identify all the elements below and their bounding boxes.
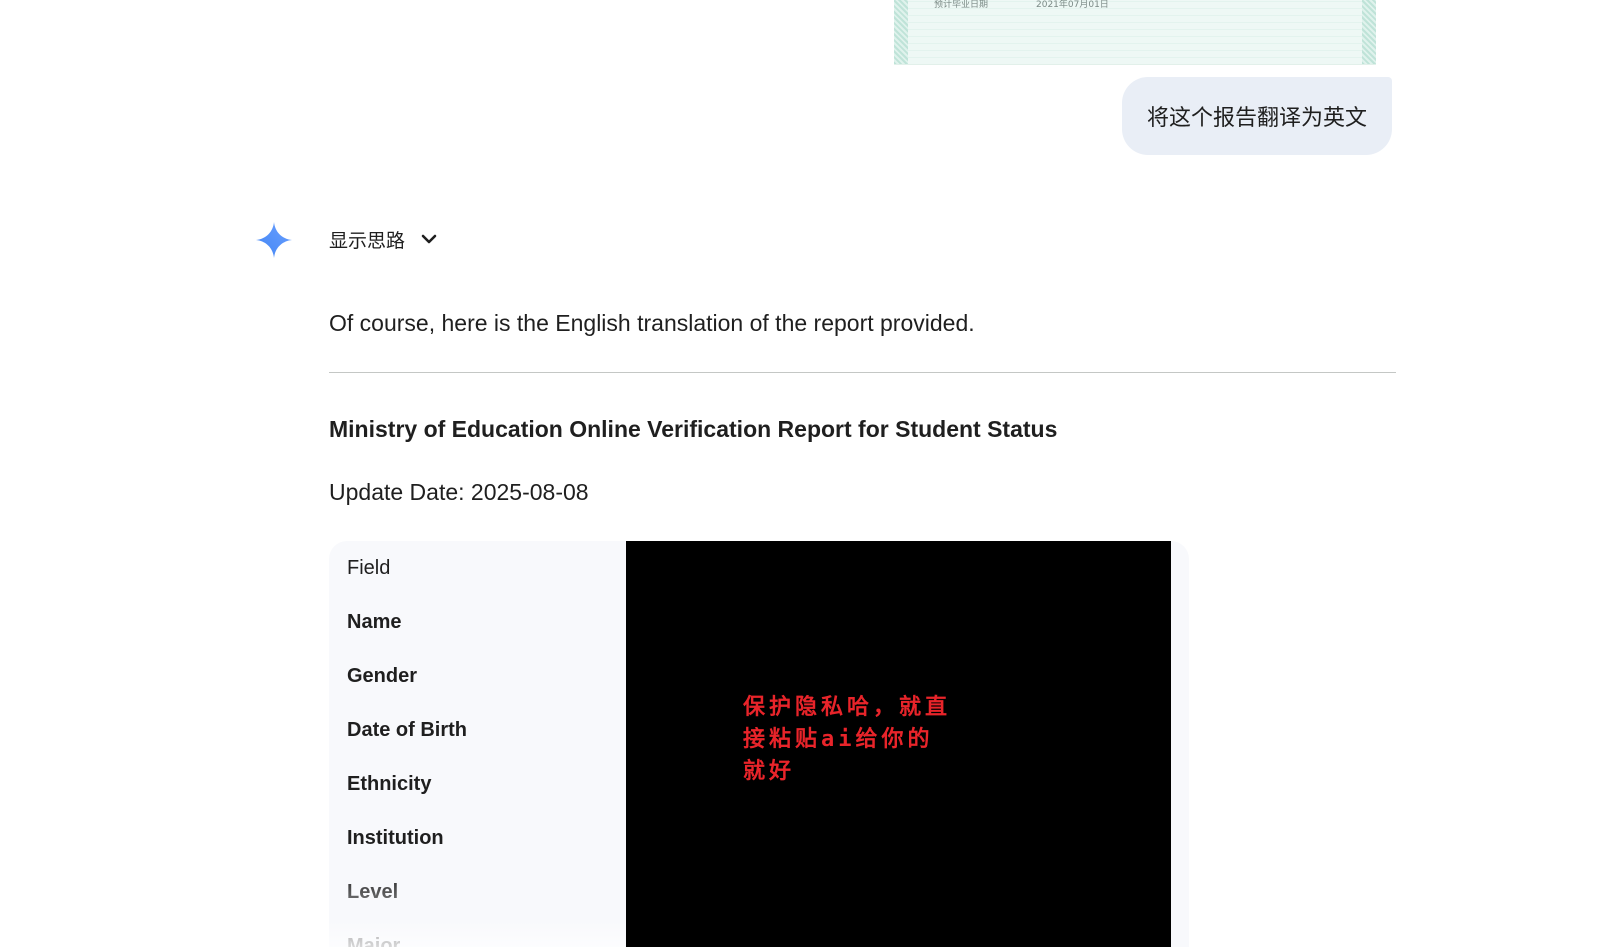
table-row: Ethnicity	[347, 772, 432, 795]
attached-certificate-image[interactable]: 预计毕业日期 2021年07月01日	[894, 0, 1376, 65]
report-title: Ministry of Education Online Verificatio…	[329, 416, 1058, 442]
gemini-sparkle-icon	[256, 222, 292, 258]
chevron-down-icon[interactable]	[419, 229, 439, 249]
divider	[329, 372, 1396, 373]
table-row: Gender	[347, 664, 418, 687]
table-row: Level	[347, 880, 399, 903]
user-message-text: 将这个报告翻译为英文	[1146, 106, 1367, 131]
table-row: Institution	[347, 826, 444, 849]
show-thinking-label: 显示思路	[329, 229, 406, 252]
table-row: Major	[347, 934, 401, 947]
update-date: Update Date: 2025-08-08	[329, 479, 589, 505]
table-row: Date of Birth	[347, 718, 467, 741]
redaction-note: 保护隐私哈，就直接粘贴ai给你的就好	[743, 695, 952, 784]
chat-page: 预计毕业日期 2021年07月01日 将这个报告翻译为英文 显示思路 Of co…	[0, 0, 1616, 947]
certificate-border-left	[894, 0, 908, 64]
translation-table: Field Name Gender Date of Birth Ethnicit…	[329, 541, 1189, 947]
certificate-fragment-value: 2021年07月01日	[1036, 0, 1109, 10]
table-header-field: Field	[347, 556, 391, 579]
certificate-border-right	[1362, 0, 1376, 64]
user-message-bubble: 将这个报告翻译为英文	[1121, 77, 1392, 155]
certificate-fragment-label: 预计毕业日期	[934, 0, 989, 10]
field-column: Field Name Gender Date of Birth Ethnicit…	[329, 541, 625, 947]
response-intro-text: Of course, here is the English translati…	[329, 310, 975, 336]
show-thinking-toggle[interactable]: 显示思路	[329, 222, 439, 256]
table-row: Name	[347, 610, 402, 633]
redaction-block: 保护隐私哈，就直接粘贴ai给你的就好	[626, 541, 1171, 947]
